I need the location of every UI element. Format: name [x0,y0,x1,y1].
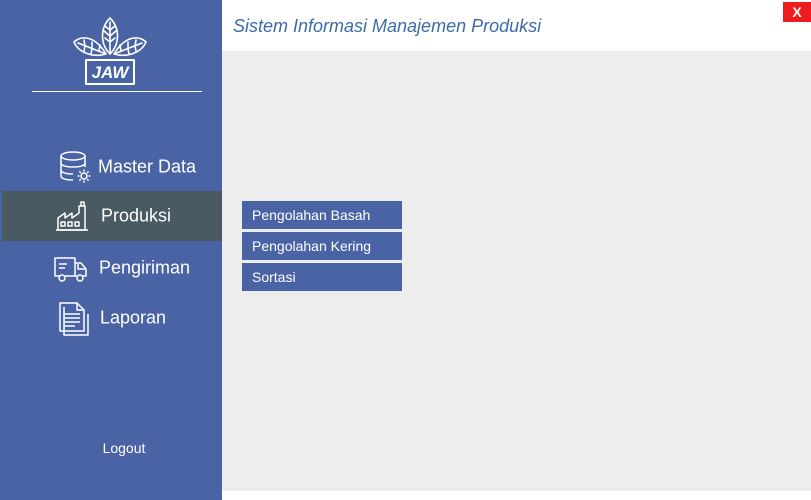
page-title: Sistem Informasi Manajemen Produksi [233,16,542,36]
sidebar-item-label: Pengiriman [99,257,191,278]
sidebar-item-label: Laporan [100,307,167,328]
logout-button[interactable]: Logout [0,440,222,456]
main-content: Pengolahan Basah Pengolahan Kering Sorta… [222,51,811,491]
bottom-strip [222,491,811,500]
delivery-truck-icon [53,250,89,286]
svg-text:JAW: JAW [92,63,131,82]
submenu-item-pengolahan-basah[interactable]: Pengolahan Basah [242,201,402,229]
database-settings-icon [58,149,94,185]
report-document-icon [55,300,91,336]
submenu-item-pengolahan-kering[interactable]: Pengolahan Kering [242,232,402,260]
close-button[interactable]: X [783,2,811,22]
sidebar-item-laporan[interactable]: Laporan [2,293,222,343]
sidebar-item-produksi[interactable]: Produksi [2,191,222,241]
logo-divider [32,91,202,92]
sidebar: JAW Master Data Produksi Pengiriman Lapo… [0,0,222,500]
factory-icon [54,198,90,234]
sidebar-item-label: Master Data [98,156,197,177]
company-logo: JAW [70,14,150,88]
header: Sistem Informasi Manajemen Produksi X [222,0,811,51]
sidebar-item-pengiriman[interactable]: Pengiriman [2,243,222,293]
sidebar-item-label: Produksi [101,205,172,226]
leaf-logo-icon: JAW [73,17,147,85]
submenu-item-sortasi[interactable]: Sortasi [242,263,402,291]
sidebar-item-master-data[interactable]: Master Data [2,142,222,192]
